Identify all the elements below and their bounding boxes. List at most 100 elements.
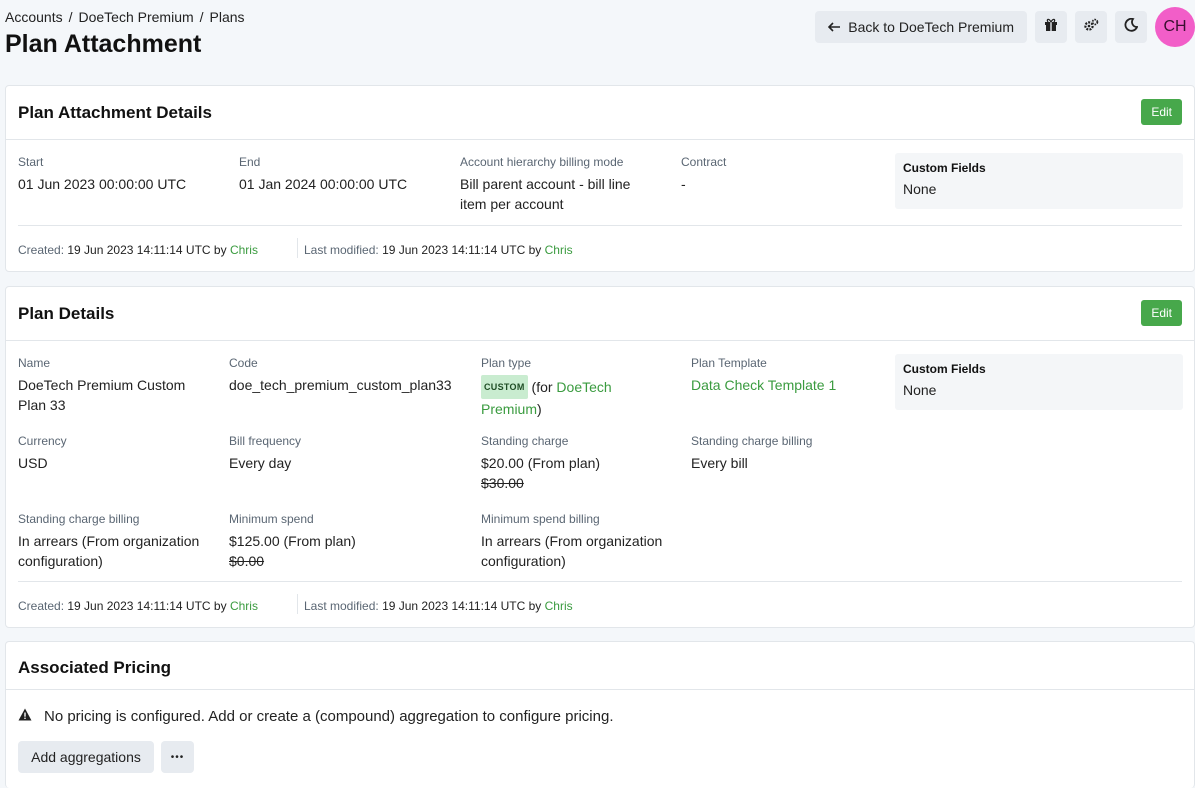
- custom-fields-value: None: [903, 181, 937, 197]
- minimum-spend-billing-field: Minimum spend billing In arrears (From o…: [481, 512, 671, 571]
- breadcrumb-separator: /: [199, 9, 204, 25]
- back-button[interactable]: Back to DoeTech Premium: [815, 11, 1027, 43]
- moon-icon: [1124, 17, 1139, 37]
- start-value: 01 Jun 2023 00:00:00 UTC: [18, 176, 187, 192]
- created-info: Created: 19 Jun 2023 14:11:14 UTC by Chr…: [18, 599, 258, 613]
- contract-label: Contract: [681, 155, 727, 169]
- warning-triangle-icon: [18, 708, 32, 725]
- hierarchy-billing-label: Account hierarchy billing mode: [460, 155, 624, 169]
- breadcrumb-separator: /: [68, 9, 73, 25]
- gift-icon: [1044, 18, 1058, 37]
- minimum-spend-label: Minimum spend: [229, 512, 314, 526]
- associated-pricing-card: Associated Pricing No pricing is configu…: [5, 641, 1195, 788]
- breadcrumb-accounts[interactable]: Accounts: [5, 9, 63, 25]
- modified-value: 19 Jun 2023 14:11:14 UTC by: [382, 599, 542, 613]
- custom-fields-box: Custom Fields None: [895, 153, 1183, 209]
- modified-info: Last modified: 19 Jun 2023 14:11:14 UTC …: [304, 599, 573, 613]
- start-field: Start 01 Jun 2023 00:00:00 UTC: [18, 155, 218, 194]
- no-pricing-message: No pricing is configured. Add or create …: [44, 708, 614, 725]
- hierarchy-billing-value: Bill parent account - bill line item per…: [460, 176, 631, 212]
- edit-attachment-button[interactable]: Edit: [1141, 99, 1182, 125]
- card-header: Plan Attachment Details Edit: [6, 86, 1194, 140]
- plan-type-label: Plan type: [481, 356, 532, 370]
- standing-charge-billing-value: Every bill: [691, 455, 748, 471]
- card-title: Plan Details: [18, 304, 115, 323]
- standing-charge-label: Standing charge: [481, 434, 569, 448]
- standing-charge-billing-label: Standing charge billing: [691, 434, 813, 448]
- minimum-spend-billing-value: In arrears (From organization configurat…: [481, 533, 663, 569]
- page-title: Plan Attachment: [5, 30, 202, 58]
- theme-toggle-button[interactable]: [1115, 11, 1147, 43]
- created-label: Created:: [18, 243, 65, 257]
- bill-frequency-value: Every day: [229, 455, 292, 471]
- plan-type-value: CUSTOM (for DoeTech Premium): [481, 375, 671, 419]
- custom-fields-value: None: [903, 382, 937, 398]
- modified-value: 19 Jun 2023 14:11:14 UTC by: [382, 243, 542, 257]
- standing-charge-billing-timing-label: Standing charge billing: [18, 512, 140, 526]
- breadcrumb: Accounts / DoeTech Premium / Plans: [5, 9, 245, 25]
- created-info: Created: 19 Jun 2023 14:11:14 UTC by Chr…: [18, 243, 258, 257]
- plan-type-prefix: (for: [531, 379, 553, 395]
- start-label: Start: [18, 155, 44, 169]
- meta-divider: [297, 238, 298, 258]
- audit-info: Created: 19 Jun 2023 14:11:14 UTC by Chr…: [18, 581, 1182, 629]
- name-value: DoeTech Premium Custom Plan 33: [18, 377, 186, 413]
- no-pricing-warning: No pricing is configured. Add or create …: [18, 708, 614, 725]
- card-title: Associated Pricing: [18, 658, 172, 677]
- add-aggregations-button[interactable]: Add aggregations: [18, 741, 154, 773]
- currency-field: Currency USD: [18, 434, 208, 473]
- minimum-spend-old-value: $0.00: [229, 553, 265, 569]
- end-label: End: [239, 155, 261, 169]
- more-actions-button[interactable]: •••: [161, 741, 194, 773]
- created-by-link[interactable]: Chris: [230, 599, 258, 613]
- avatar[interactable]: CH: [1155, 7, 1195, 47]
- custom-fields-title: Custom Fields: [903, 161, 986, 175]
- breadcrumb-account[interactable]: DoeTech Premium: [78, 9, 193, 25]
- created-by-link[interactable]: Chris: [230, 243, 258, 257]
- gears-icon: [1083, 18, 1099, 37]
- settings-button[interactable]: [1075, 11, 1107, 43]
- standing-charge-field: Standing charge $20.00 (From plan) $30.0…: [481, 434, 671, 493]
- modified-label: Last modified:: [304, 599, 379, 613]
- code-label: Code: [229, 356, 258, 370]
- header-actions: Back to DoeTech Premium CH: [815, 7, 1195, 47]
- code-field: Code doe_tech_premium_custom_plan33: [229, 356, 469, 395]
- bill-frequency-field: Bill frequency Every day: [229, 434, 419, 473]
- plan-template-field: Plan Template Data Check Template 1: [691, 356, 881, 395]
- code-value: doe_tech_premium_custom_plan33: [229, 377, 452, 393]
- created-label: Created:: [18, 599, 65, 613]
- minimum-spend-billing-label: Minimum spend billing: [481, 512, 600, 526]
- created-value: 19 Jun 2023 14:11:14 UTC by: [67, 243, 227, 257]
- hierarchy-billing-field: Account hierarchy billing mode Bill pare…: [460, 155, 660, 214]
- created-value: 19 Jun 2023 14:11:14 UTC by: [67, 599, 227, 613]
- name-field: Name DoeTech Premium Custom Plan 33: [18, 356, 208, 415]
- meta-divider: [297, 594, 298, 614]
- modified-label: Last modified:: [304, 243, 379, 257]
- standing-charge-billing-field: Standing charge billing Every bill: [691, 434, 881, 473]
- custom-fields-box: Custom Fields None: [895, 354, 1183, 410]
- standing-charge-value: $20.00 (From plan): [481, 455, 601, 471]
- plan-attachment-details-card: Plan Attachment Details Edit Start 01 Ju…: [5, 85, 1195, 272]
- card-header: Associated Pricing: [6, 642, 1194, 690]
- top-bar: Accounts / DoeTech Premium / Plans Plan Atta…: [0, 0, 1195, 84]
- modified-by-link[interactable]: Chris: [545, 243, 573, 257]
- back-button-label: Back to DoeTech Premium: [848, 19, 1014, 35]
- modified-info: Last modified: 19 Jun 2023 14:11:14 UTC …: [304, 243, 573, 257]
- custom-badge: CUSTOM: [481, 375, 528, 399]
- minimum-spend-value: $125.00 (From plan): [229, 533, 356, 549]
- gift-button[interactable]: [1035, 11, 1067, 43]
- standing-charge-billing-timing-field: Standing charge billing In arrears (From…: [18, 512, 208, 571]
- modified-by-link[interactable]: Chris: [545, 599, 573, 613]
- plan-type-suffix: ): [537, 401, 542, 417]
- name-label: Name: [18, 356, 51, 370]
- plan-template-label: Plan Template: [691, 356, 767, 370]
- contract-field: Contract -: [681, 155, 861, 194]
- card-title: Plan Attachment Details: [18, 103, 212, 122]
- standing-charge-billing-timing-value: In arrears (From organization configurat…: [18, 533, 200, 569]
- breadcrumb-plans[interactable]: Plans: [210, 9, 245, 25]
- edit-plan-button[interactable]: Edit: [1141, 300, 1182, 326]
- audit-info: Created: 19 Jun 2023 14:11:14 UTC by Chr…: [18, 225, 1182, 273]
- standing-charge-old-value: $30.00: [481, 475, 524, 491]
- plan-template-link[interactable]: Data Check Template 1: [691, 377, 836, 393]
- end-value: 01 Jan 2024 00:00:00 UTC: [239, 176, 408, 192]
